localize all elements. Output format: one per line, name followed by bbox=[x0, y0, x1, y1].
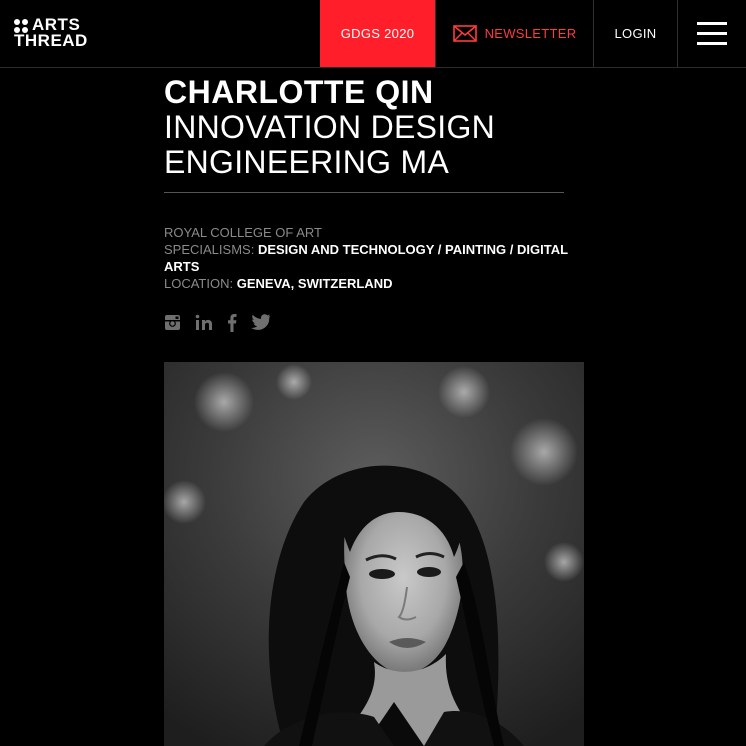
specialisms-line: SPECIALISMS: DESIGN AND TECHNOLOGY / PAI… bbox=[164, 241, 584, 275]
location-value[interactable]: GENEVA, SWITZERLAND bbox=[237, 276, 393, 291]
facebook-icon[interactable] bbox=[227, 313, 237, 332]
hamburger-menu-icon bbox=[697, 21, 727, 46]
linkedin-icon[interactable] bbox=[195, 314, 213, 331]
nav-newsletter-label: NEWSLETTER bbox=[484, 26, 577, 41]
twitter-icon[interactable] bbox=[251, 314, 271, 330]
school-name[interactable]: ROYAL COLLEGE OF ART bbox=[164, 225, 322, 240]
school-line: ROYAL COLLEGE OF ART bbox=[164, 224, 584, 241]
envelope-icon bbox=[452, 25, 477, 42]
location-label: LOCATION: bbox=[164, 276, 234, 291]
menu-button[interactable] bbox=[678, 0, 746, 67]
nav-login[interactable]: LOGIN bbox=[594, 0, 678, 67]
nav-newsletter[interactable]: NEWSLETTER bbox=[435, 0, 594, 67]
top-navigation-bar: ARTS THREAD GDGS 2020 NEWSLETTER LOGIN bbox=[0, 0, 746, 68]
instagram-icon[interactable] bbox=[164, 314, 181, 331]
nav-gdgs-2020[interactable]: GDGS 2020 bbox=[320, 0, 435, 67]
location-line: LOCATION: GENEVA, SWITZERLAND bbox=[164, 275, 584, 292]
social-links bbox=[164, 312, 271, 332]
profile-meta: ROYAL COLLEGE OF ART SPECIALISMS: DESIGN… bbox=[164, 224, 584, 292]
nav-gdgs-label: GDGS 2020 bbox=[340, 26, 415, 41]
specialisms-label: SPECIALISMS: bbox=[164, 242, 255, 257]
arts-thread-logo[interactable]: ARTS THREAD bbox=[14, 16, 88, 50]
course-title-line1: INNOVATION DESIGN bbox=[164, 109, 496, 145]
student-name: CHARLOTTE QIN bbox=[164, 74, 434, 110]
profile-photo bbox=[164, 362, 584, 746]
profile-header: CHARLOTTE QIN INNOVATION DESIGN ENGINEER… bbox=[164, 74, 584, 292]
course-title-line2: ENGINEERING MA bbox=[164, 144, 450, 180]
logo-word-thread: THREAD bbox=[14, 31, 88, 50]
portrait-image bbox=[164, 362, 584, 746]
nav-login-label: LOGIN bbox=[614, 26, 657, 41]
divider bbox=[164, 192, 564, 193]
